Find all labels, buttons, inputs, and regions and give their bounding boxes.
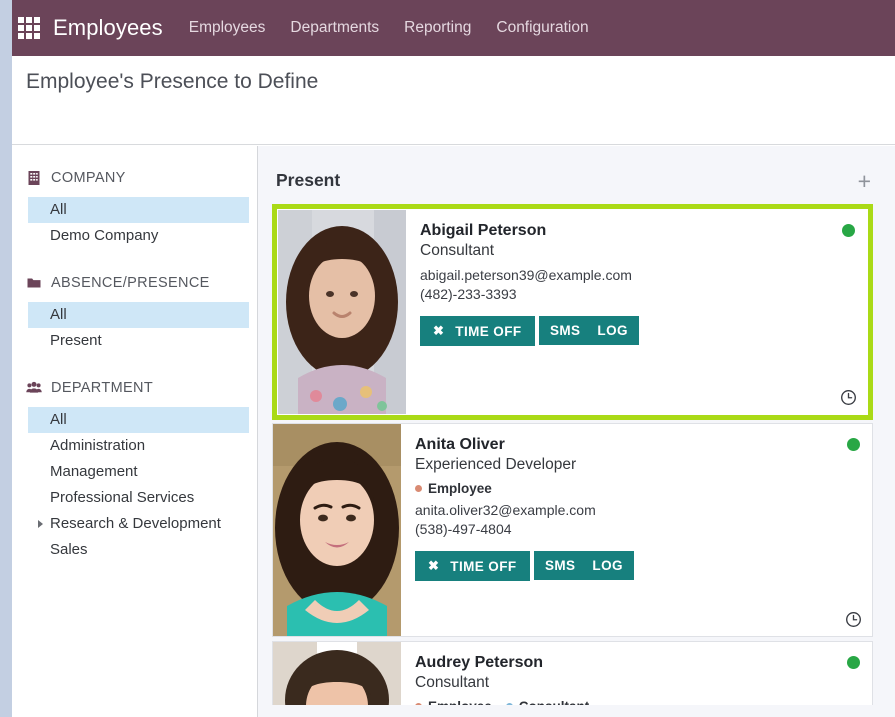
sidebar-item-professional-services[interactable]: Professional Services bbox=[28, 485, 249, 511]
clock-icon[interactable] bbox=[845, 611, 862, 628]
employee-details: Audrey Peterson Consultant Employee Cons… bbox=[401, 642, 872, 705]
time-off-label: TIME OFF bbox=[450, 558, 517, 574]
nav-item-configuration[interactable]: Configuration bbox=[496, 19, 588, 37]
close-x-icon: ✖ bbox=[433, 323, 445, 338]
tag-dot-icon bbox=[505, 703, 513, 705]
sidebar-item-present[interactable]: Present bbox=[28, 328, 249, 354]
kanban-card[interactable]: Anita Oliver Experienced Developer Emplo… bbox=[272, 423, 873, 637]
kanban-column-title: Present bbox=[276, 170, 341, 190]
employee-name: Anita Oliver bbox=[415, 436, 505, 453]
employee-tags: Employee bbox=[415, 481, 858, 496]
sidebar-item-sales[interactable]: Sales bbox=[28, 537, 249, 563]
employee-avatar bbox=[273, 642, 401, 705]
sidebar-item-management[interactable]: Management bbox=[28, 459, 249, 485]
employee-job-title: Consultant bbox=[420, 242, 495, 259]
employee-email[interactable]: anita.oliver32@example.com bbox=[415, 502, 858, 518]
body-area: COMPANY All Demo Company ABSENCE/PRESENC… bbox=[12, 146, 895, 717]
tag-label: Consultant bbox=[519, 699, 590, 705]
nav-item-employees[interactable]: Employees bbox=[189, 19, 266, 37]
sidebar-item-department-all[interactable]: All bbox=[28, 407, 249, 433]
tag-employee[interactable]: Employee bbox=[415, 481, 492, 496]
kanban-card-highlight-wrapper: Abigail Peterson Consultant abigail.pete… bbox=[272, 204, 873, 420]
card-actions: ✖ TIME OFF SMS LOG bbox=[415, 546, 858, 581]
sms-log-group: SMS LOG bbox=[538, 316, 639, 345]
sidebar-item-administration[interactable]: Administration bbox=[28, 433, 249, 459]
log-button[interactable]: LOG bbox=[586, 551, 634, 580]
nav-item-reporting[interactable]: Reporting bbox=[404, 19, 471, 37]
tag-label: Employee bbox=[428, 699, 492, 705]
sidebar-section-title: ABSENCE/PRESENCE bbox=[51, 275, 210, 291]
status-badge-online bbox=[842, 224, 855, 237]
kanban-card[interactable]: Audrey Peterson Consultant Employee Cons… bbox=[272, 641, 873, 705]
sidebar-item-research-development[interactable]: Research & Development bbox=[28, 511, 249, 537]
employee-job-title: Experienced Developer bbox=[415, 456, 577, 473]
building-icon bbox=[28, 171, 40, 185]
chevron-right-icon[interactable] bbox=[38, 520, 43, 529]
sidebar-section-title: DEPARTMENT bbox=[51, 380, 154, 396]
tag-employee[interactable]: Employee bbox=[415, 699, 492, 705]
sms-button[interactable]: SMS bbox=[533, 551, 587, 580]
folder-icon bbox=[27, 278, 41, 288]
control-panel: Employee's Presence to Define bbox=[12, 56, 895, 145]
kanban-card[interactable]: Abigail Peterson Consultant abigail.pete… bbox=[277, 209, 868, 415]
kanban-column-header: Present + bbox=[258, 146, 895, 204]
status-badge-online bbox=[847, 656, 860, 669]
sidebar-section-absence-presence: ABSENCE/PRESENCE bbox=[12, 273, 257, 293]
employee-phone[interactable]: (538)-497-4804 bbox=[415, 521, 858, 537]
clock-icon[interactable] bbox=[840, 389, 857, 406]
kanban-card-wrapper: Anita Oliver Experienced Developer Emplo… bbox=[272, 423, 873, 637]
employees-kanban-page: Employees Employees Departments Reportin… bbox=[0, 0, 895, 717]
add-record-button[interactable]: + bbox=[854, 169, 875, 192]
employee-tags: Employee Consultant bbox=[415, 699, 858, 705]
sidebar-item-label: Research & Development bbox=[50, 515, 221, 532]
kanban-card-wrapper: Audrey Peterson Consultant Employee Cons… bbox=[272, 641, 873, 705]
employee-details: Anita Oliver Experienced Developer Emplo… bbox=[401, 424, 872, 636]
sidebar-item-presence-all[interactable]: All bbox=[28, 302, 249, 328]
close-x-icon: ✖ bbox=[428, 558, 440, 573]
left-edge-strip bbox=[0, 0, 12, 717]
tag-consultant[interactable]: Consultant bbox=[505, 699, 590, 705]
app-brand-employees[interactable]: Employees bbox=[53, 15, 163, 41]
tag-dot-icon bbox=[415, 703, 422, 705]
employee-details: Abigail Peterson Consultant abigail.pete… bbox=[406, 210, 867, 414]
kanban-card-list: Abigail Peterson Consultant abigail.pete… bbox=[258, 204, 895, 705]
employee-name: Audrey Peterson bbox=[415, 654, 544, 671]
tag-dot-icon bbox=[415, 485, 422, 492]
nav-item-departments[interactable]: Departments bbox=[290, 19, 379, 37]
card-actions: ✖ TIME OFF SMS LOG bbox=[420, 311, 853, 346]
sidebar-item-demo-company[interactable]: Demo Company bbox=[28, 223, 249, 249]
page-title: Employee's Presence to Define bbox=[26, 70, 319, 93]
kanban-column-present: Present + Abigail Peterson Consultant ab… bbox=[258, 146, 895, 717]
filter-sidebar: COMPANY All Demo Company ABSENCE/PRESENC… bbox=[12, 146, 258, 717]
sms-button[interactable]: SMS bbox=[538, 316, 592, 345]
time-off-label: TIME OFF bbox=[455, 323, 522, 339]
employee-avatar bbox=[278, 210, 406, 414]
sidebar-item-company-all[interactable]: All bbox=[28, 197, 249, 223]
time-off-button[interactable]: ✖ TIME OFF bbox=[420, 316, 535, 346]
apps-grid-icon[interactable] bbox=[18, 17, 40, 39]
employee-avatar bbox=[273, 424, 401, 636]
status-badge-online bbox=[847, 438, 860, 451]
sidebar-section-company: COMPANY bbox=[12, 168, 257, 188]
log-button[interactable]: LOG bbox=[591, 316, 639, 345]
people-icon bbox=[26, 381, 42, 393]
sms-log-group: SMS LOG bbox=[533, 551, 634, 580]
sidebar-section-department: DEPARTMENT bbox=[12, 378, 257, 398]
employee-email[interactable]: abigail.peterson39@example.com bbox=[420, 267, 853, 283]
employee-phone[interactable]: (482)-233-3393 bbox=[420, 286, 853, 302]
sidebar-section-title: COMPANY bbox=[51, 170, 126, 186]
top-navbar: Employees Employees Departments Reportin… bbox=[0, 0, 895, 56]
employee-name: Abigail Peterson bbox=[420, 222, 547, 239]
tag-label: Employee bbox=[428, 481, 492, 496]
employee-job-title: Consultant bbox=[415, 674, 490, 691]
time-off-button[interactable]: ✖ TIME OFF bbox=[415, 551, 530, 581]
